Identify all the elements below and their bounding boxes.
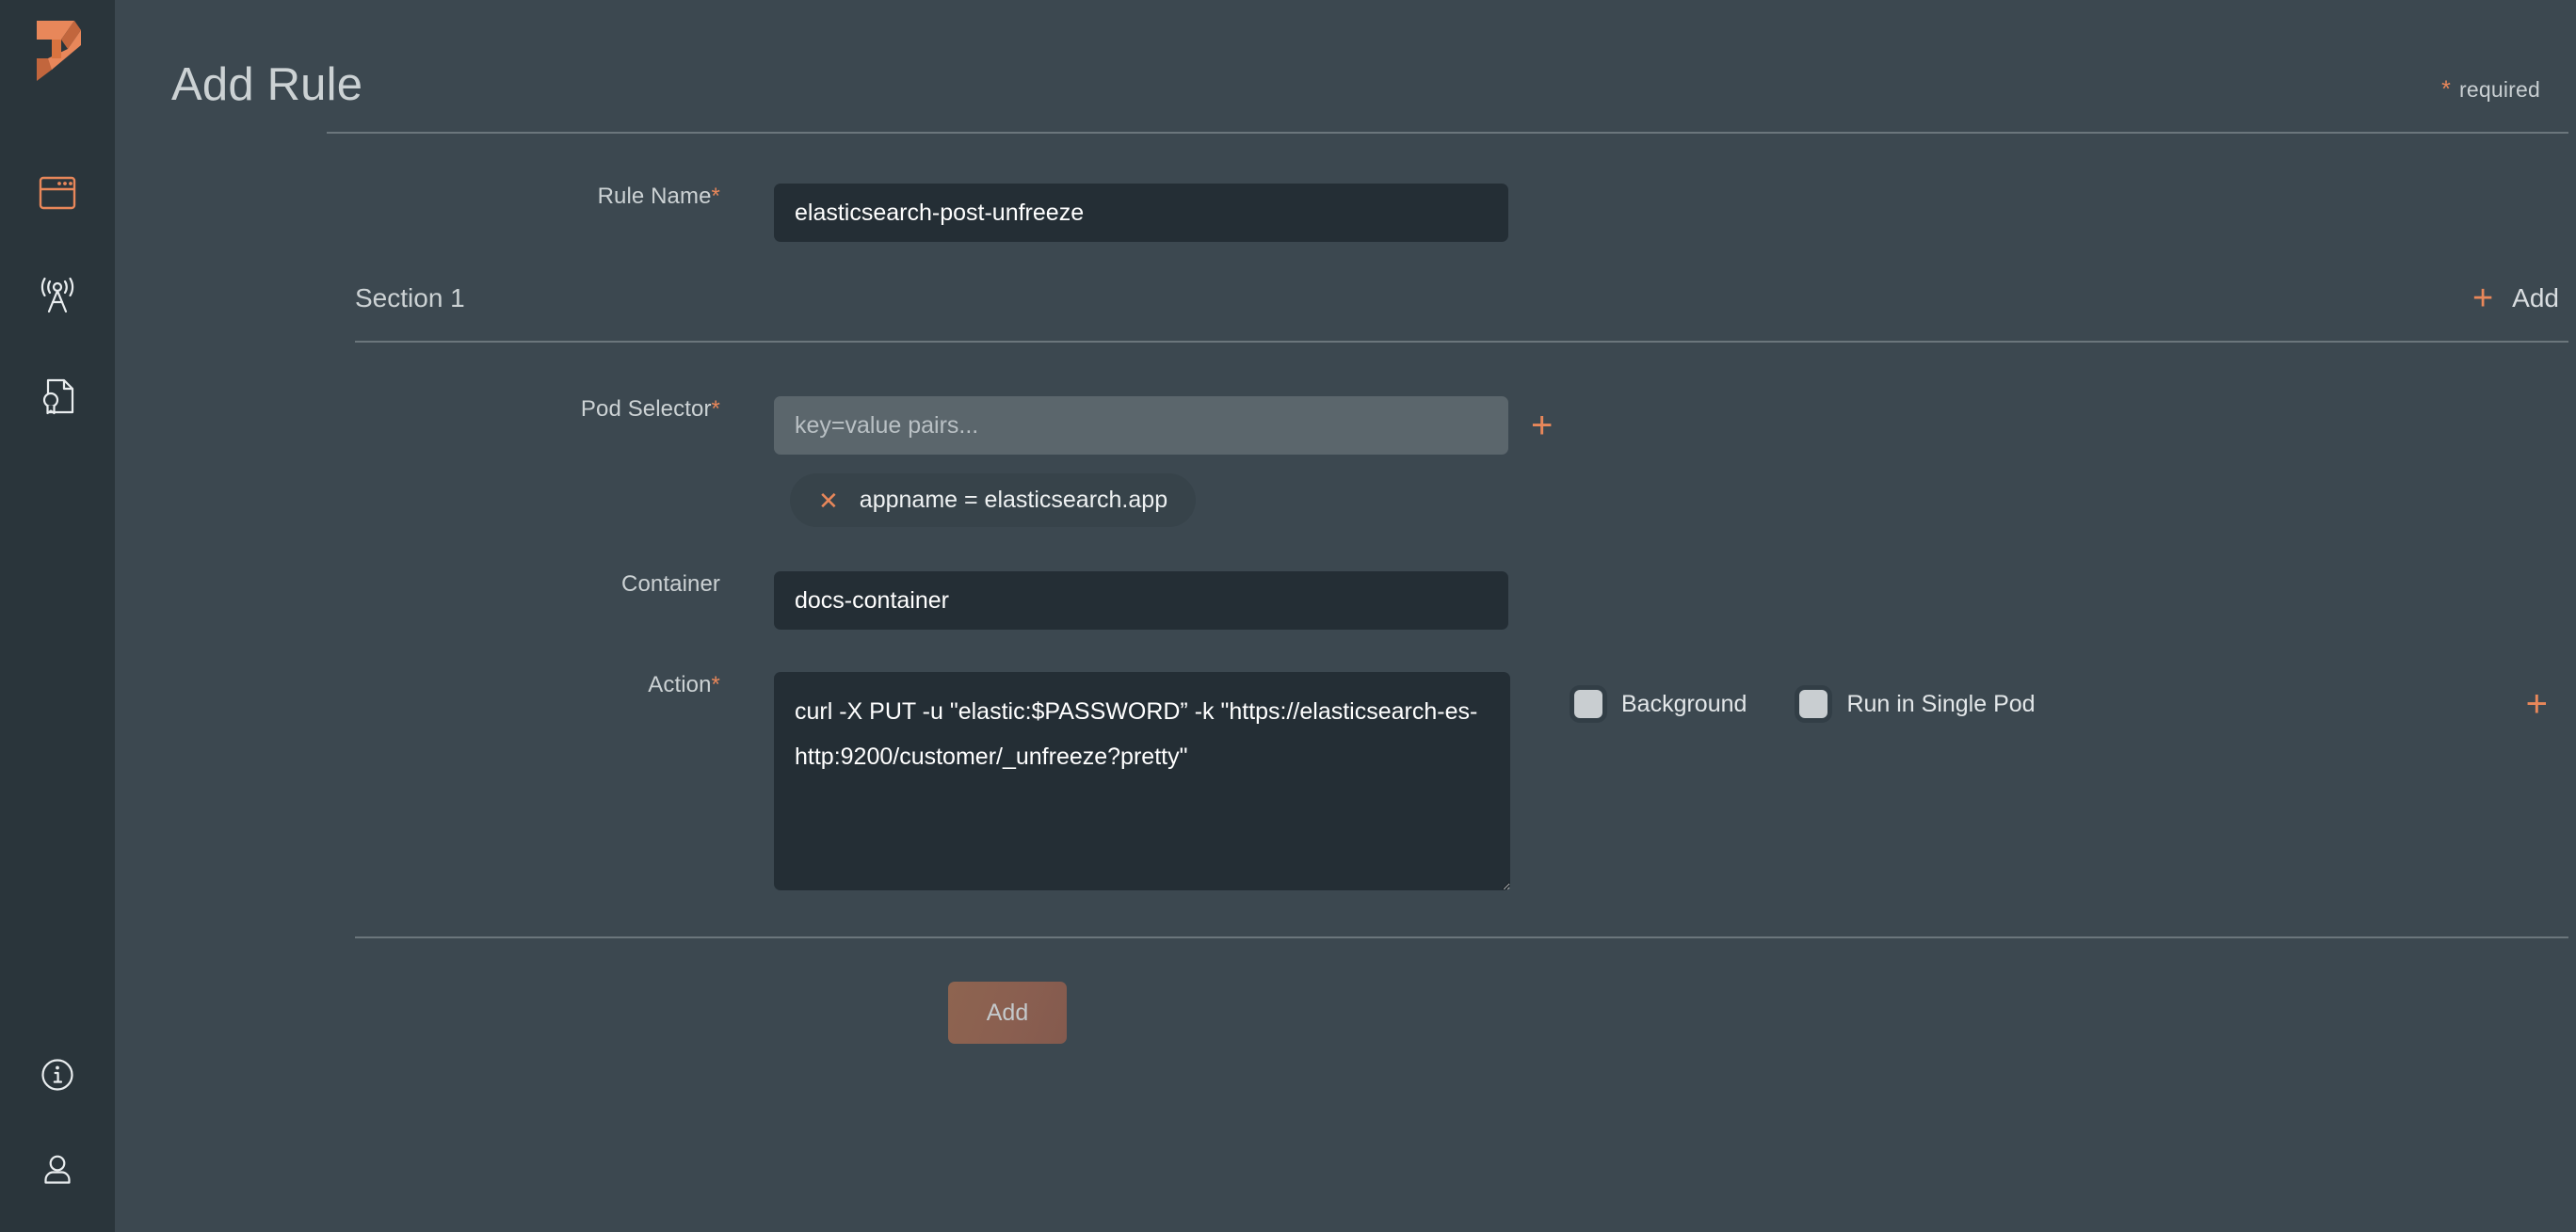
pod-selector-chip: ✕ appname = elasticsearch.app	[790, 473, 1197, 527]
field-row-pod-selector: Pod Selector* + ✕ appname = elasticsearc…	[115, 343, 2576, 527]
chip-label: appname = elasticsearch.app	[859, 487, 1168, 513]
broadcast-tower-icon	[40, 277, 74, 313]
rule-name-input[interactable]	[774, 184, 1508, 242]
add-section-button[interactable]: + Add	[2472, 280, 2559, 316]
add-action-button[interactable]: +	[2526, 685, 2548, 723]
action-required-marker: *	[711, 672, 720, 697]
pod-selector-label-text: Pod Selector	[580, 396, 712, 422]
action-label-text: Action	[648, 672, 712, 697]
checkbox-run-in-single-pod-label: Run in Single Pod	[1846, 690, 2036, 717]
section-title: Section 1	[355, 283, 465, 312]
browser-window-icon	[39, 176, 76, 210]
checkbox-run-in-single-pod[interactable]: Run in Single Pod	[1799, 690, 2036, 718]
add-section-label: Add	[2512, 283, 2559, 312]
chip-remove-icon[interactable]: ✕	[818, 488, 839, 513]
pod-selector-input-row: +	[774, 396, 1553, 455]
pod-selector-label: Pod Selector*	[115, 396, 774, 423]
page-title: Add Rule	[171, 59, 363, 110]
container-label: Container	[115, 571, 774, 598]
required-asterisk: *	[2441, 76, 2451, 103]
app-root: Add Rule *required Rule Name* Section 1 …	[0, 0, 2576, 1232]
user-account-icon	[44, 1155, 71, 1184]
field-row-container: Container	[115, 527, 2576, 630]
checkbox-background-label: Background	[1621, 690, 1747, 717]
action-textarea[interactable]	[774, 672, 1510, 890]
sidebar-item-info[interactable]	[36, 1053, 79, 1096]
checkbox-background-box[interactable]	[1574, 690, 1602, 718]
action-field-wrap	[774, 672, 1510, 895]
add-rule-form: Rule Name* Section 1 + Add Pod Selector*	[115, 134, 2576, 1044]
field-row-action: Action* Background Run in Single Pod	[115, 630, 2576, 895]
sidebar-nav-top	[36, 171, 79, 418]
container-field-wrap	[774, 571, 1508, 630]
section-header: Section 1 + Add	[115, 280, 2576, 316]
checkbox-background[interactable]: Background	[1574, 690, 1747, 718]
rule-name-required-marker: *	[711, 184, 720, 209]
main-content: Add Rule *required Rule Name* Section 1 …	[115, 0, 2576, 1232]
rule-name-field-wrap	[774, 184, 1508, 242]
info-circle-icon	[41, 1059, 73, 1091]
app-logo[interactable]	[29, 17, 86, 85]
field-row-rule-name: Rule Name*	[115, 134, 2576, 242]
required-label: required	[2459, 77, 2540, 102]
submit-row: Add	[115, 938, 2576, 1044]
sidebar	[0, 0, 115, 1232]
certificate-document-icon	[42, 378, 74, 415]
action-options: Background Run in Single Pod +	[1510, 672, 2576, 723]
container-label-text: Container	[621, 571, 720, 597]
sidebar-item-certificates[interactable]	[36, 375, 79, 418]
add-rule-submit-button[interactable]: Add	[948, 982, 1067, 1044]
pod-selector-field-wrap: + ✕ appname = elasticsearch.app	[774, 396, 1553, 527]
plus-icon: +	[2471, 279, 2494, 318]
required-note: * required	[2441, 76, 2540, 132]
sidebar-nav-bottom	[0, 1053, 115, 1191]
pod-selector-input[interactable]	[774, 396, 1508, 455]
sidebar-item-dashboard[interactable]	[36, 171, 79, 215]
action-label: Action*	[115, 672, 774, 698]
peritoneum-logo-icon	[37, 21, 81, 81]
page-header: Add Rule * required	[115, 0, 2576, 132]
checkbox-run-in-single-pod-box[interactable]	[1799, 690, 1828, 718]
rule-name-label-text: Rule Name	[597, 184, 712, 209]
add-pod-selector-button[interactable]: +	[1531, 407, 1553, 444]
action-checkbox-group: Background Run in Single Pod	[1574, 690, 2036, 718]
sidebar-item-account[interactable]	[36, 1147, 79, 1191]
container-input[interactable]	[774, 571, 1508, 630]
sidebar-item-network[interactable]	[36, 273, 79, 316]
pod-selector-required-marker: *	[711, 396, 720, 422]
rule-name-label: Rule Name*	[115, 184, 774, 210]
